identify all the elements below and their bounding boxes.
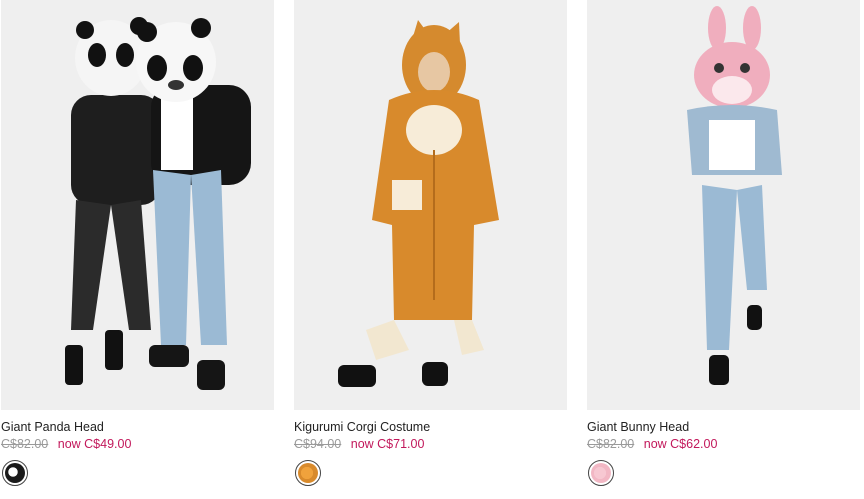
original-price: C$94.00	[294, 437, 342, 451]
product-image[interactable]	[1, 0, 274, 410]
product-price: C$82.00 now C$49.00	[1, 437, 274, 452]
product-price: C$82.00 now C$62.00	[587, 437, 860, 452]
sale-price: now C$71.00	[350, 437, 425, 451]
product-price: C$94.00 now C$71.00	[294, 437, 567, 452]
swatch-fill	[298, 463, 318, 483]
color-swatch[interactable]	[588, 460, 614, 486]
sale-price: now C$49.00	[57, 437, 132, 451]
product-card[interactable]: Giant Bunny Head C$82.00 now C$62.00	[587, 0, 860, 486]
swatch-fill	[591, 463, 611, 483]
color-swatch[interactable]	[2, 460, 28, 486]
color-swatch[interactable]	[295, 460, 321, 486]
product-title[interactable]: Giant Bunny Head	[587, 420, 860, 435]
bunny-photo	[687, 6, 782, 385]
corgi-photo	[338, 20, 499, 387]
product-title[interactable]: Giant Panda Head	[1, 420, 274, 435]
product-image[interactable]	[587, 0, 860, 410]
product-title[interactable]: Kigurumi Corgi Costume	[294, 420, 567, 435]
product-image[interactable]	[294, 0, 567, 410]
product-card[interactable]: Kigurumi Corgi Costume C$94.00 now C$71.…	[294, 0, 567, 486]
original-price: C$82.00	[587, 437, 635, 451]
original-price: C$82.00	[1, 437, 49, 451]
swatch-fill	[5, 463, 25, 483]
sale-price: now C$62.00	[643, 437, 718, 451]
panda-photo	[65, 17, 251, 390]
product-card[interactable]: Giant Panda Head C$82.00 now C$49.00	[1, 0, 274, 486]
